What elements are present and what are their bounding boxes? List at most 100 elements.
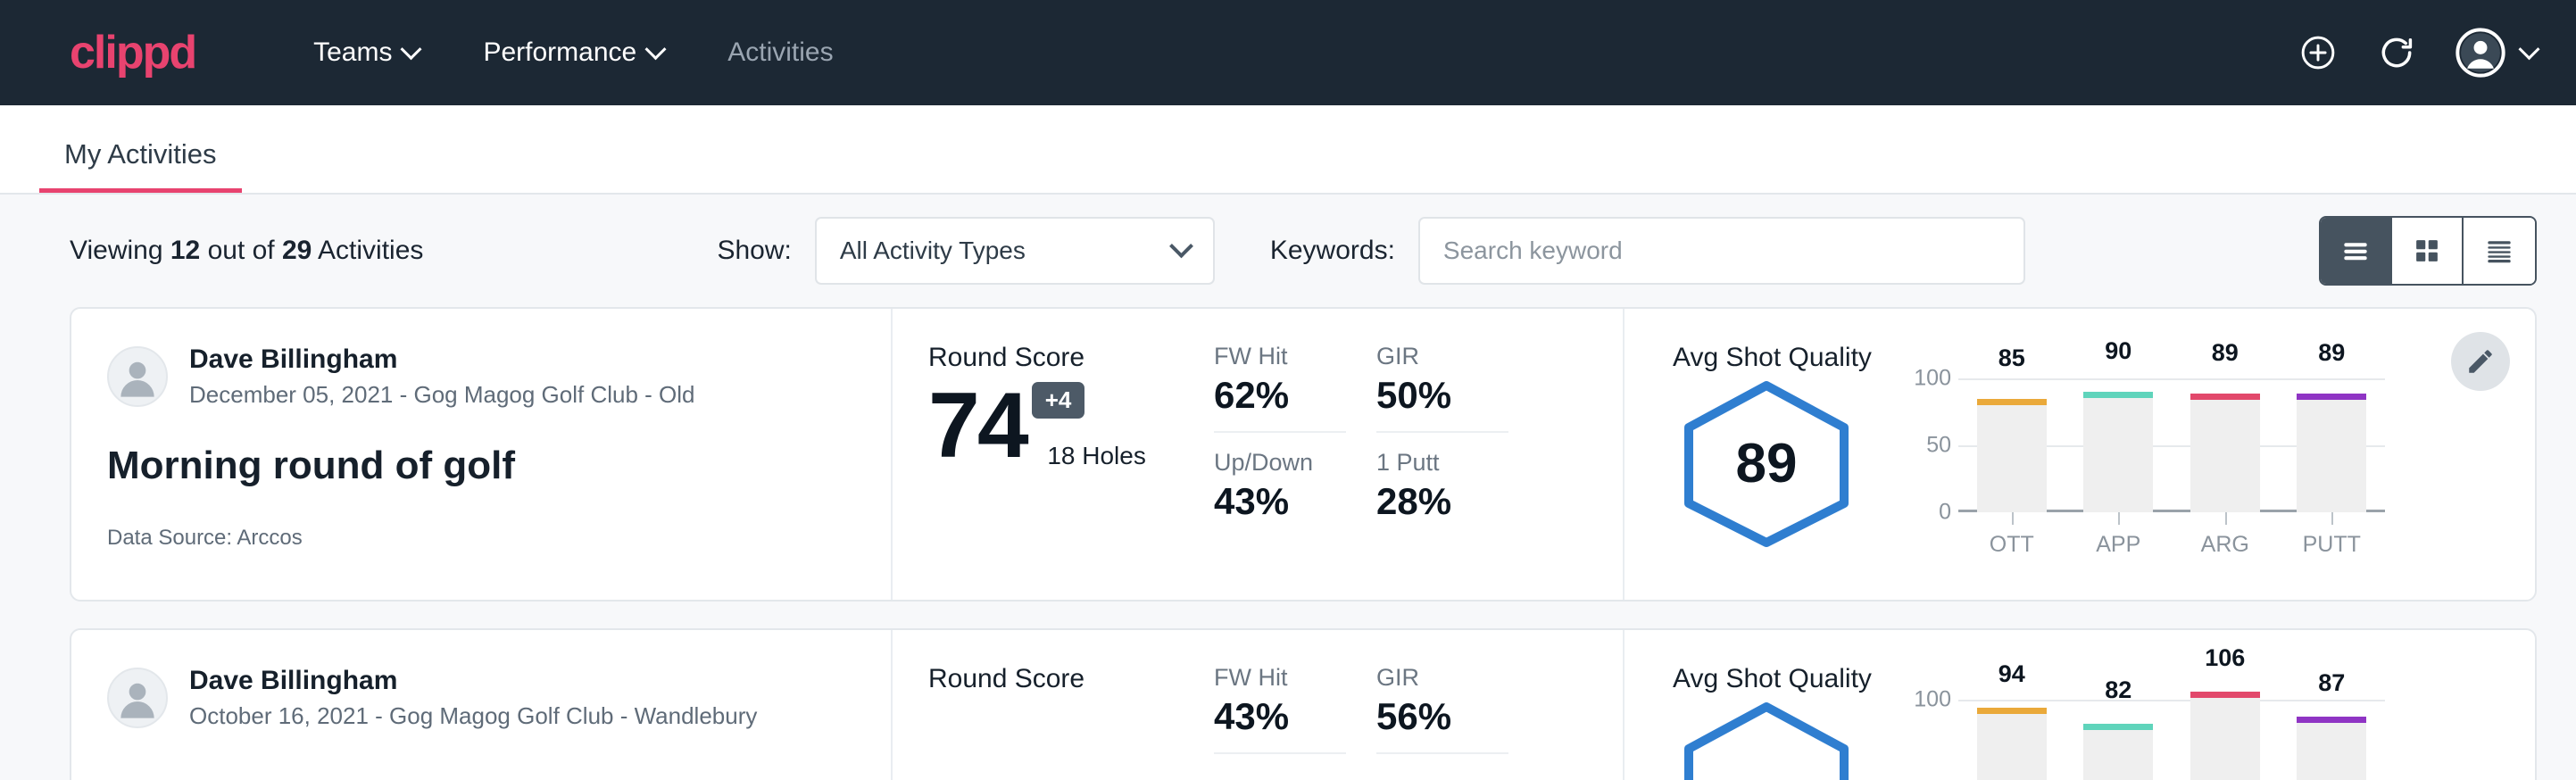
grid-view-button[interactable] xyxy=(2392,218,2464,284)
stat-fw-hit: FW Hit 43% xyxy=(1214,664,1346,754)
bar-column-putt: 87 xyxy=(2279,700,2386,780)
stat-fw-hit: FW Hit 62% xyxy=(1214,343,1346,433)
activity-data-source: Data Source: Arccos xyxy=(107,526,855,551)
activity-info: Dave Billingham October 16, 2021 - Gog M… xyxy=(71,630,893,780)
stat-value: 62% xyxy=(1214,374,1346,417)
activity-meta: October 16, 2021 - Gog Magog Golf Club -… xyxy=(189,701,757,732)
quality-body: 100 94 82 xyxy=(1673,700,2535,780)
activity-card[interactable]: Dave Billingham December 05, 2021 - Gog … xyxy=(70,307,2537,602)
viewing-suffix: Activities xyxy=(312,236,423,265)
bar-value: 90 xyxy=(2105,337,2131,365)
stat-value: 56% xyxy=(1376,695,1508,738)
stat-value: 50% xyxy=(1376,374,1508,417)
avg-shot-quality-section: Avg Shot Quality 100 xyxy=(1625,630,2535,780)
stat-up-down: Up/Down 43% xyxy=(1214,433,1346,523)
quality-hexagon: 89 xyxy=(1673,378,1860,548)
refresh-icon[interactable] xyxy=(2377,33,2416,72)
x-label: PUTT xyxy=(2279,512,2386,552)
bar-column-app: 82 xyxy=(2065,700,2173,780)
primary-nav: Teams Performance Activities xyxy=(281,37,865,68)
viewing-mid: out of xyxy=(200,236,282,265)
nav-item-activities[interactable]: Activities xyxy=(695,37,865,68)
nav-item-teams[interactable]: Teams xyxy=(281,37,451,68)
compact-view-button[interactable] xyxy=(2464,218,2535,284)
stat-one-putt: 1 Putt 28% xyxy=(1376,433,1508,523)
bar-column-app: 90 xyxy=(2065,378,2173,512)
activity-type-value: All Activity Types xyxy=(840,236,1026,265)
view-mode-toggle xyxy=(2319,216,2537,286)
activity-title: Morning round of golf xyxy=(107,444,855,488)
list-view-button[interactable] xyxy=(2321,218,2392,284)
bar-cap xyxy=(2297,394,2366,400)
activity-stats: FW Hit 62% GIR 50% Up/Down 43% 1 Putt 28… xyxy=(1214,309,1625,600)
pencil-icon xyxy=(2465,346,2496,377)
activity-card[interactable]: Dave Billingham October 16, 2021 - Gog M… xyxy=(70,628,2537,780)
shot-quality-bar-chart: 100 94 82 xyxy=(1903,700,2385,780)
y-tick: 100 xyxy=(1914,687,1951,713)
stat-label: FW Hit xyxy=(1214,664,1346,692)
bar-value: 89 xyxy=(2212,339,2239,367)
quality-body: 89 100 50 0 xyxy=(1673,378,2535,552)
avatar xyxy=(2456,28,2505,78)
chevron-down-icon xyxy=(1169,234,1193,258)
bar-value: 89 xyxy=(2318,339,2345,367)
x-label: APP xyxy=(2065,512,2173,552)
search-input[interactable] xyxy=(1418,217,2025,285)
round-score-row: 74 +4 18 Holes xyxy=(928,382,1214,470)
filter-controls: Show: All Activity Types Keywords: xyxy=(717,217,2024,285)
y-tick: 100 xyxy=(1914,366,1951,392)
chevron-down-icon xyxy=(401,38,422,60)
stat-gir: GIR 56% xyxy=(1376,664,1508,754)
activity-type-select[interactable]: All Activity Types xyxy=(815,217,1215,285)
avg-shot-quality-section: Avg Shot Quality 89 100 50 0 xyxy=(1625,309,2535,600)
chart-plot-area: 94 82 106 8 xyxy=(1958,700,2385,780)
chart-y-axis: 100 50 0 xyxy=(1903,378,1951,512)
bar-cap xyxy=(2190,692,2260,698)
keywords-label: Keywords: xyxy=(1270,236,1395,266)
navbar-actions xyxy=(2298,28,2537,78)
quality-score-value: 89 xyxy=(1673,378,1860,548)
activity-stats: FW Hit 43% GIR 56% xyxy=(1214,630,1625,780)
chart-x-labels: OTT APP ARG PUTT xyxy=(1958,512,2385,552)
viewing-summary: Viewing 12 out of 29 Activities xyxy=(70,236,423,266)
bar-cap xyxy=(1977,399,2047,405)
avg-shot-quality-label: Avg Shot Quality xyxy=(1673,343,2535,373)
viewing-count: 12 xyxy=(170,236,200,265)
round-score-value: 74 xyxy=(928,382,1026,470)
list-icon xyxy=(2339,234,2372,268)
filter-toolbar: Viewing 12 out of 29 Activities Show: Al… xyxy=(0,195,2576,307)
stat-label: FW Hit xyxy=(1214,343,1346,370)
app-logo[interactable]: clippd xyxy=(70,29,195,76)
user-avatar-menu[interactable] xyxy=(2456,28,2537,78)
x-label: OTT xyxy=(1958,512,2065,552)
tab-my-activities[interactable]: My Activities xyxy=(39,138,242,193)
quality-hexagon xyxy=(1673,700,1860,780)
bar-cap xyxy=(2083,724,2153,730)
keywords-group: Keywords: xyxy=(1270,217,2025,285)
add-circle-icon[interactable] xyxy=(2298,33,2338,72)
activity-meta: December 05, 2021 - Gog Magog Golf Club … xyxy=(189,380,695,411)
chart-y-axis: 100 xyxy=(1903,700,1951,780)
stat-label: GIR xyxy=(1376,343,1508,370)
bar-column-ott: 85 xyxy=(1958,378,2065,512)
tab-my-activities-label: My Activities xyxy=(64,138,217,170)
edit-activity-button[interactable] xyxy=(2451,332,2510,391)
bar-cap xyxy=(2297,717,2366,723)
bar-column-ott: 94 xyxy=(1958,700,2065,780)
compact-list-icon xyxy=(2482,234,2516,268)
stat-label: GIR xyxy=(1376,664,1508,692)
grid-icon xyxy=(2410,234,2444,268)
shot-quality-bar-chart: 100 50 0 85 xyxy=(1903,378,2385,552)
activity-player: Dave Billingham October 16, 2021 - Gog M… xyxy=(107,664,855,731)
bar-column-arg: 89 xyxy=(2172,378,2279,512)
stat-value: 43% xyxy=(1214,480,1346,523)
stat-value: 43% xyxy=(1214,695,1346,738)
player-name: Dave Billingham xyxy=(189,343,695,377)
chart-bars: 94 82 106 8 xyxy=(1958,700,2385,780)
nav-item-performance[interactable]: Performance xyxy=(451,37,695,68)
bar-value: 87 xyxy=(2318,669,2345,697)
avg-shot-quality-label: Avg Shot Quality xyxy=(1673,664,2535,694)
bar-cap xyxy=(1977,708,2047,714)
activity-info: Dave Billingham December 05, 2021 - Gog … xyxy=(71,309,893,600)
round-score-section: Round Score 74 +4 18 Holes xyxy=(893,309,1214,600)
